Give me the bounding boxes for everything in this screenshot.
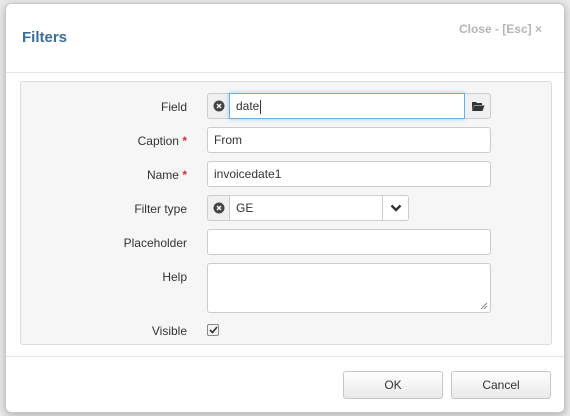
caption-label: Caption * bbox=[138, 127, 187, 155]
dialog-header: Filters Close - [Esc] × bbox=[6, 4, 564, 73]
help-row: Help bbox=[21, 263, 551, 313]
required-mark: * bbox=[182, 134, 187, 148]
folder-open-icon bbox=[471, 102, 484, 111]
text-caret bbox=[260, 99, 262, 114]
placeholder-input[interactable] bbox=[207, 229, 491, 255]
close-button[interactable]: Close - [Esc] × bbox=[459, 22, 542, 36]
name-input[interactable]: invoicedate1 bbox=[207, 161, 491, 187]
form-panel: Field date Caption * From Name * invoice… bbox=[20, 81, 552, 345]
ok-button[interactable]: OK bbox=[343, 371, 443, 399]
help-label: Help bbox=[162, 270, 187, 284]
caption-input[interactable]: From bbox=[207, 127, 491, 153]
field-row: Field date bbox=[21, 93, 551, 121]
placeholder-label: Placeholder bbox=[123, 236, 187, 250]
field-input[interactable]: date bbox=[229, 93, 465, 119]
resize-handle-icon[interactable] bbox=[480, 302, 488, 310]
circle-x-icon bbox=[213, 202, 224, 214]
caption-label-text: Caption bbox=[137, 134, 179, 148]
cancel-button[interactable]: Cancel bbox=[451, 371, 551, 399]
filter-type-label: Filter type bbox=[134, 202, 187, 216]
filters-dialog: Filters Close - [Esc] × Field date Capti… bbox=[5, 3, 565, 413]
name-label: Name * bbox=[147, 161, 187, 189]
visible-row: Visible bbox=[21, 317, 551, 345]
browse-field-button[interactable] bbox=[465, 93, 491, 119]
field-value: date bbox=[236, 99, 260, 113]
help-textarea[interactable] bbox=[207, 263, 491, 313]
chevron-down-icon bbox=[390, 204, 401, 212]
filter-type-select: GE bbox=[207, 195, 409, 221]
field-label: Field bbox=[160, 100, 187, 114]
dialog-footer: OK Cancel bbox=[6, 356, 564, 413]
dialog-title: Filters bbox=[22, 29, 68, 46]
circle-x-icon bbox=[213, 100, 224, 112]
clear-field-button[interactable] bbox=[207, 93, 229, 119]
visible-label: Visible bbox=[151, 324, 187, 338]
visible-checkbox[interactable] bbox=[207, 324, 219, 336]
clear-filter-type-button[interactable] bbox=[207, 195, 229, 221]
name-row: Name * invoicedate1 bbox=[21, 161, 551, 189]
filter-type-row: Filter type GE bbox=[21, 195, 551, 223]
field-input-group: date bbox=[207, 93, 491, 119]
placeholder-row: Placeholder bbox=[21, 229, 551, 257]
required-mark: * bbox=[182, 168, 187, 182]
name-label-text: Name bbox=[146, 168, 179, 182]
filter-type-dropdown-button[interactable] bbox=[383, 195, 409, 221]
filter-type-value[interactable]: GE bbox=[229, 195, 383, 221]
caption-row: Caption * From bbox=[21, 127, 551, 155]
checkmark-icon bbox=[208, 326, 218, 334]
